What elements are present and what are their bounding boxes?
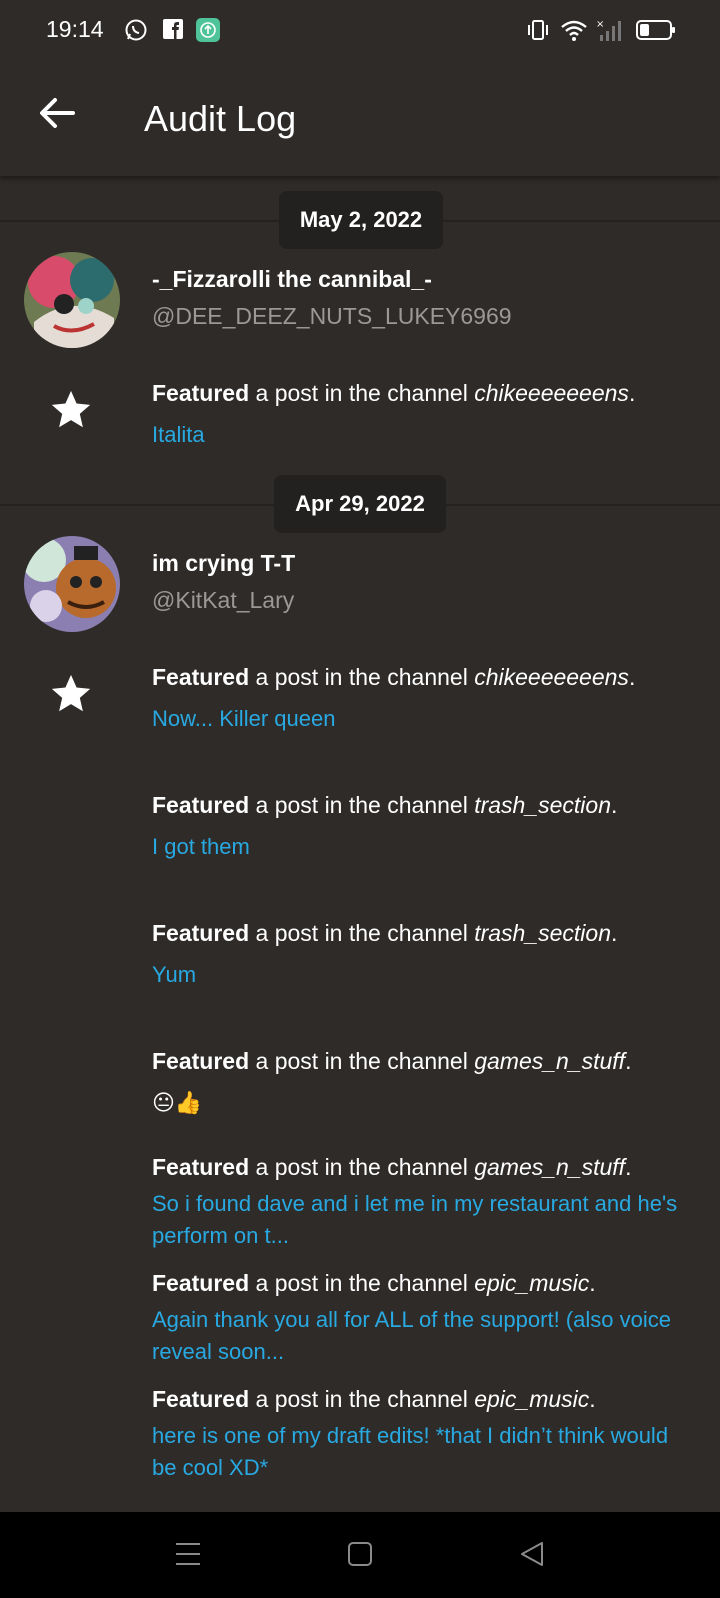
entry-action: Featured (152, 1270, 250, 1296)
entry-text: a post in the channel (249, 1270, 475, 1296)
date-label: Apr 29, 2022 (295, 491, 425, 516)
audit-entry: Featured a post in the channel chikeeeee… (152, 380, 635, 407)
audit-entry: Featured a post in the channel chikeeeee… (152, 664, 635, 691)
entry-text: a post in the channel (249, 1386, 475, 1412)
entry-text: a post in the channel (249, 920, 475, 946)
post-preview-link[interactable]: here is one of my draft edits! *that I d… (152, 1420, 692, 1484)
audit-entry: Featured a post in the channel trash_sec… (152, 920, 617, 947)
post-preview-link[interactable]: I got them (152, 831, 692, 863)
facebook-icon (162, 18, 184, 45)
vibrate-icon (526, 18, 550, 47)
post-preview-link[interactable]: 😐👍 (152, 1087, 692, 1119)
entry-end: . (611, 920, 618, 946)
svg-text:×: × (596, 19, 604, 30)
system-nav-bar (0, 1512, 720, 1598)
entry-channel: chikeeeeeeens (474, 380, 629, 406)
entry-end: . (628, 664, 636, 690)
entry-end: . (589, 1386, 596, 1412)
back-triangle-icon[interactable] (518, 1540, 546, 1573)
audit-entry: Featured a post in the channel games_n_s… (152, 1048, 631, 1075)
status-bar: 19:14 × (0, 0, 720, 60)
date-badge: May 2, 2022 (279, 191, 443, 249)
entry-end: . (628, 380, 636, 406)
entry-channel: games_n_stuff (474, 1048, 626, 1074)
arrow-left-icon (39, 97, 75, 134)
entry-channel: games_n_stuff (474, 1154, 626, 1180)
entry-channel: trash_section (474, 792, 612, 818)
entry-channel: epic_music (474, 1270, 590, 1296)
entry-channel: trash_section (474, 920, 612, 946)
entry-action: Featured (152, 1154, 250, 1180)
entry-text: a post in the channel (249, 1048, 475, 1074)
audit-entry: Featured a post in the channel games_n_s… (152, 1154, 631, 1181)
entry-action: Featured (152, 920, 250, 946)
entry-action: Featured (152, 664, 250, 690)
user-handle: @DEE_DEEZ_NUTS_LUKEY6969 (152, 303, 512, 329)
entry-text: a post in the channel (249, 664, 475, 690)
app-bar: Audit Log (0, 60, 720, 176)
post-preview-link[interactable]: Yum (152, 959, 692, 991)
user-name[interactable]: -_Fizzarolli the cannibal_- (152, 266, 432, 293)
home-square-icon[interactable] (346, 1540, 374, 1573)
audit-entry: Featured a post in the channel epic_musi… (152, 1270, 596, 1297)
entry-end: . (589, 1270, 596, 1296)
post-preview-link[interactable]: Italita (152, 419, 692, 451)
user-name[interactable]: im crying T-T (152, 550, 295, 577)
entry-end: . (625, 1048, 632, 1074)
entry-end: . (625, 1154, 632, 1180)
entry-text: a post in the channel (249, 1154, 475, 1180)
entry-action: Featured (152, 1048, 250, 1074)
page-title: Audit Log (144, 98, 297, 139)
battery-icon (636, 18, 676, 47)
signal-icon: × (596, 18, 624, 47)
post-preview-link[interactable]: Now... Killer queen (152, 703, 692, 735)
app-update-icon (196, 18, 220, 47)
post-preview-link[interactable]: Again thank you all for ALL of the suppo… (152, 1304, 692, 1368)
wifi-icon (560, 18, 588, 47)
star-icon (48, 671, 94, 717)
entry-text: a post in the channel (249, 792, 475, 818)
entry-channel: epic_music (474, 1386, 590, 1412)
entry-text: a post in the channel (249, 380, 475, 406)
audit-entry: Featured a post in the channel trash_sec… (152, 792, 617, 819)
audit-entry: Featured a post in the channel epic_musi… (152, 1386, 596, 1413)
entry-action: Featured (152, 380, 250, 406)
date-badge: Apr 29, 2022 (274, 475, 446, 533)
entry-action: Featured (152, 1386, 250, 1412)
post-preview-link[interactable]: So i found dave and i let me in my resta… (152, 1188, 692, 1252)
status-time: 19:14 (46, 16, 104, 42)
entry-channel: chikeeeeeeens (474, 664, 629, 690)
back-button[interactable] (30, 88, 84, 142)
menu-icon[interactable] (174, 1540, 202, 1573)
user-avatar[interactable] (24, 252, 120, 348)
user-avatar[interactable] (24, 536, 120, 632)
star-icon (48, 387, 94, 433)
user-handle: @KitKat_Lary (152, 587, 295, 613)
whatsapp-icon (124, 18, 148, 47)
date-label: May 2, 2022 (299, 207, 423, 232)
entry-end: . (611, 792, 618, 818)
entry-action: Featured (152, 792, 250, 818)
